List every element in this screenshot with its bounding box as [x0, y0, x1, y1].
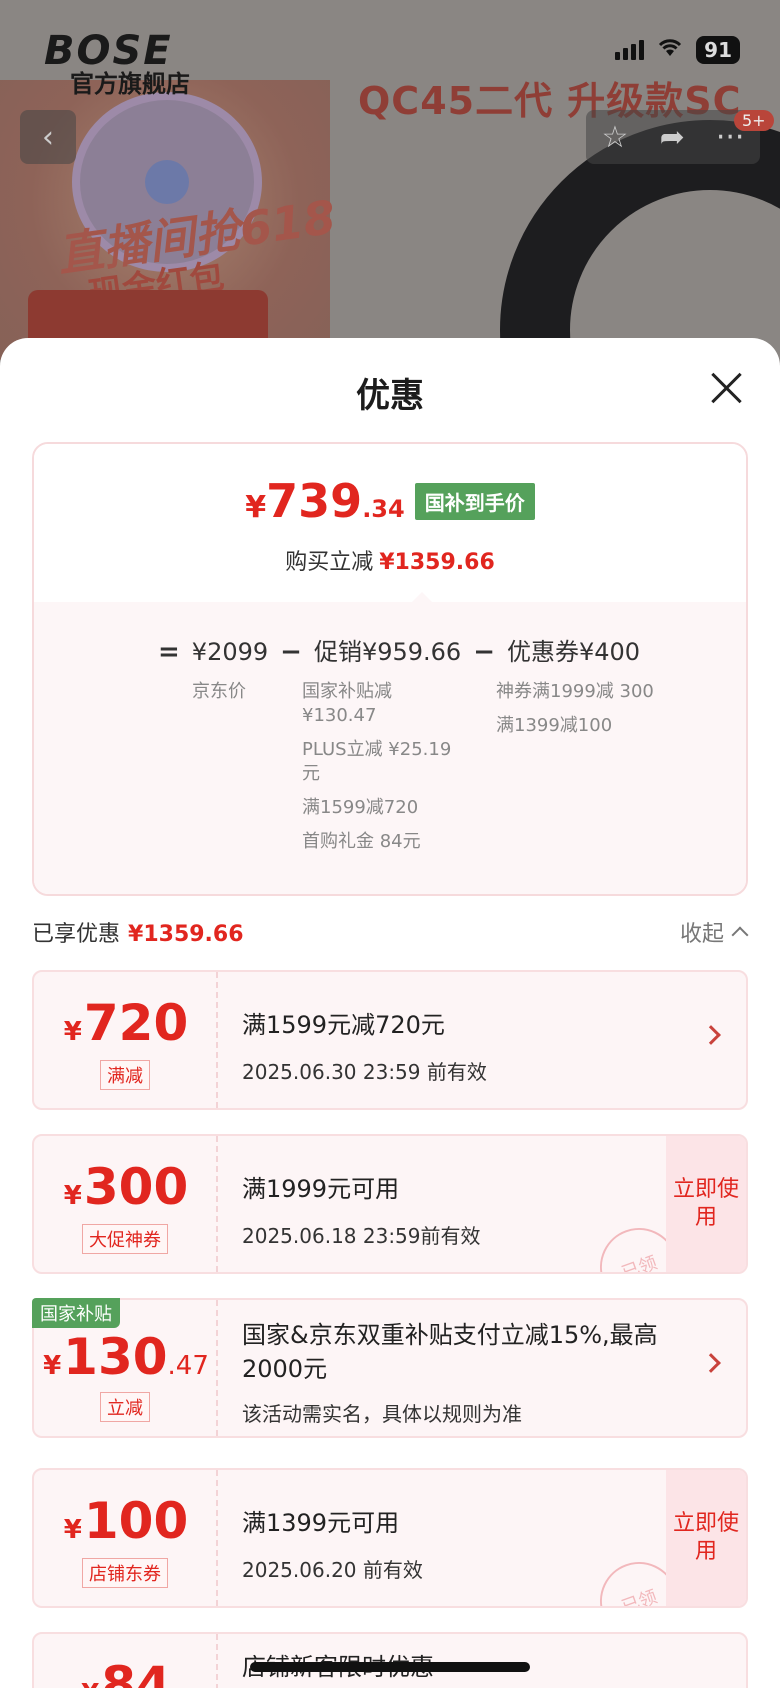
- promo-item: 国家补贴减 ¥130.47: [302, 681, 392, 726]
- coupon-description: 满1999元可用: [242, 1175, 400, 1203]
- notification-badge: 5+: [734, 110, 774, 131]
- coupon-description: 满1399元可用: [242, 1509, 400, 1537]
- coupon-card[interactable]: ¥84 店铺新客限时优惠: [32, 1632, 748, 1688]
- home-indicator: [250, 1662, 530, 1672]
- chevron-up-icon: [731, 926, 749, 944]
- promo-total: 促销¥959.66: [313, 638, 462, 666]
- reduction-amount: ¥1359.66: [379, 550, 495, 575]
- promo-item: 首购礼金 84元: [302, 831, 421, 852]
- coupon-validity: 2025.06.30 23:59 前有效: [242, 1060, 487, 1084]
- use-now-button[interactable]: 立即使用: [666, 1136, 746, 1272]
- final-price: ¥ 739 .34 国补到手价: [34, 474, 746, 528]
- coupon-item: 神券满1999减 300: [496, 681, 654, 702]
- chevron-right-icon[interactable]: [701, 1025, 721, 1045]
- jd-price-label: 京东价: [192, 681, 246, 702]
- enjoyed-amount: ¥1359.66: [128, 922, 244, 947]
- price-formula: = ¥2099 − 促销¥959.66 − 优惠券¥400: [146, 632, 640, 667]
- chevron-right-icon[interactable]: [701, 1353, 721, 1373]
- promo-item: 满1599减720: [302, 797, 419, 818]
- coupon-type-tag: 店铺东券: [82, 1558, 168, 1588]
- price-integer: 739: [266, 474, 363, 528]
- coupon-amount: 720: [83, 994, 189, 1052]
- wifi-icon: [656, 36, 684, 64]
- coupon-validity: 2025.06.20 前有效: [242, 1558, 423, 1582]
- coupon-item: 满1399减100: [496, 715, 613, 736]
- coupon-card[interactable]: ¥100 店铺东券 满1399元可用 2025.06.20 前有效 已领 立即使…: [32, 1468, 748, 1608]
- cellular-signal-icon: [615, 40, 645, 60]
- price-decimal: .34: [362, 495, 405, 523]
- star-icon[interactable]: ☆: [602, 120, 629, 155]
- coupon-currency: ¥: [63, 1515, 82, 1545]
- coupon-currency: ¥: [63, 1181, 82, 1211]
- minus-sign: −: [280, 637, 302, 667]
- coupon-type-tag: 大促神券: [82, 1224, 168, 1254]
- battery-indicator: 91: [696, 36, 740, 64]
- coupon-description: 满1599元减720元: [242, 1011, 445, 1039]
- national-subsidy-tag: 国家补贴: [32, 1298, 120, 1328]
- coupon-type-tag: 立减: [100, 1392, 150, 1422]
- jd-price: ¥2099: [191, 638, 269, 666]
- minus-sign: −: [473, 637, 495, 667]
- close-icon[interactable]: [708, 370, 744, 406]
- collapse-toggle[interactable]: 收起: [679, 916, 749, 948]
- store-name: 官方旗舰店: [70, 70, 190, 98]
- promo-item: PLUS立减 ¥25.19元: [302, 739, 452, 784]
- reduction-label: 购买立减: [285, 550, 374, 575]
- equals-sign: =: [158, 637, 180, 667]
- coupon-currency: ¥: [81, 1679, 99, 1688]
- coupon-validity: 2025.06.18 23:59前有效: [242, 1224, 481, 1248]
- promo-items: 国家补贴减 ¥130.47 PLUS立减 ¥25.19元 满1599减720 首…: [302, 680, 452, 864]
- coupon-amount: 300: [83, 1158, 189, 1216]
- coupon-total: 优惠券¥400: [507, 638, 641, 666]
- collapse-label: 收起: [679, 922, 724, 947]
- coupon-currency: ¥: [63, 1017, 82, 1047]
- enjoyed-label: 已享优惠: [32, 922, 121, 947]
- coupon-currency: ¥: [43, 1351, 62, 1381]
- coupon-note: 该活动需实名，具体以规则为准: [242, 1402, 522, 1426]
- coupon-card[interactable]: ¥300 大促神券 满1999元可用 2025.06.18 23:59前有效 已…: [32, 1134, 748, 1274]
- coupon-decimal: .47: [167, 1351, 209, 1381]
- share-icon[interactable]: ➦: [660, 120, 685, 155]
- purchase-reduction: 购买立减 ¥1359.66: [34, 544, 746, 576]
- currency-symbol: ¥: [245, 490, 267, 525]
- enjoyed-discount: 已享优惠 ¥1359.66: [32, 916, 244, 948]
- coupon-type-tag: 满减: [100, 1060, 150, 1090]
- coupon-amount: 130: [63, 1328, 168, 1386]
- price-breakdown-card: ¥ 739 .34 国补到手价 购买立减 ¥1359.66 = ¥2099 − 促…: [32, 442, 748, 896]
- coupon-card[interactable]: ¥720 满减 满1599元减720元 2025.06.30 23:59 前有效: [32, 970, 748, 1110]
- coupon-items: 神券满1999减 300 满1399减100: [496, 680, 656, 748]
- use-now-button[interactable]: 立即使用: [666, 1470, 746, 1606]
- product-page-background: 直播间抢618 现金红包 QC45二代 升级款SC BOSE 官方旗舰店 91 …: [0, 0, 780, 360]
- chevron-left-icon: ‹: [42, 119, 54, 155]
- coupon-amount: 84: [101, 1656, 171, 1688]
- coupon-card[interactable]: ¥130.47 立减 国家&京东双重补贴支付立减15%,最高2000元 该活动需…: [32, 1298, 748, 1438]
- subsidy-price-tag: 国补到手价: [414, 482, 535, 520]
- coupon-description: 国家&京东双重补贴支付立减15%,最高2000元: [242, 1321, 658, 1383]
- sheet-title: 优惠: [356, 376, 424, 416]
- coupon-amount: 100: [83, 1492, 189, 1550]
- status-bar-right: 91: [615, 36, 740, 64]
- back-button[interactable]: ‹: [20, 110, 76, 164]
